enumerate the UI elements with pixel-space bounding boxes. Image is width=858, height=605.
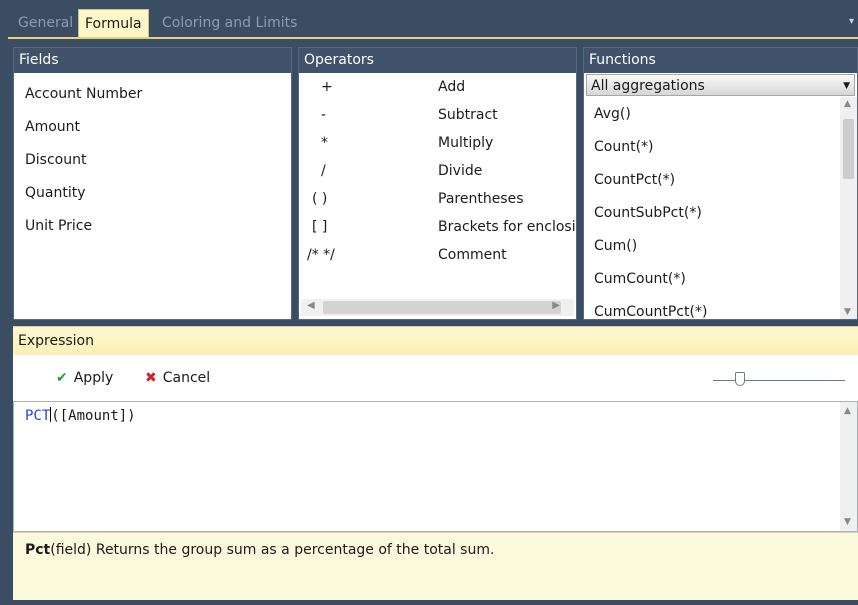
tab-overflow-icon[interactable]: ▾ bbox=[849, 16, 854, 27]
scroll-up-icon[interactable]: ▲ bbox=[844, 99, 851, 109]
zoom-slider[interactable] bbox=[713, 372, 845, 386]
function-help-panel: Pct(field) Returns the group sum as a pe… bbox=[13, 532, 858, 600]
function-item[interactable]: CumCountPct(*) bbox=[594, 299, 857, 319]
slider-thumb[interactable] bbox=[735, 372, 745, 386]
fields-title: Fields bbox=[14, 48, 291, 73]
scrollbar-thumb[interactable] bbox=[843, 119, 854, 179]
operator-symbol: / bbox=[321, 163, 326, 179]
fields-list: Account Number Amount Discount Quantity … bbox=[14, 73, 291, 248]
slider-track bbox=[713, 380, 845, 381]
scroll-down-icon[interactable]: ▼ bbox=[844, 307, 851, 317]
editor-vertical-scrollbar[interactable]: ▲ ▼ bbox=[840, 402, 857, 531]
operator-symbol: /* */ bbox=[307, 247, 335, 263]
field-item[interactable]: Discount bbox=[25, 149, 291, 182]
help-function-name: Pct bbox=[25, 542, 51, 558]
apply-label: Apply bbox=[73, 370, 114, 386]
operators-list: + Add - Subtract * Multiply / Divide ( )… bbox=[299, 73, 576, 319]
function-item[interactable]: CountSubPct(*) bbox=[594, 200, 857, 233]
functions-vertical-scrollbar[interactable]: ▲ ▼ bbox=[840, 97, 857, 319]
function-item[interactable]: CumCount(*) bbox=[594, 266, 857, 299]
field-item[interactable]: Amount bbox=[25, 116, 291, 149]
operator-label: Divide bbox=[438, 163, 483, 179]
expression-toolbar: ✔ Apply ✖ Cancel bbox=[13, 355, 858, 401]
operator-symbol: + bbox=[321, 79, 333, 95]
tab-bar: General Formula Coloring and Limits ▾ bbox=[0, 0, 858, 39]
operator-row[interactable]: /* */ Comment bbox=[299, 247, 576, 273]
scroll-left-icon[interactable]: ◀ bbox=[307, 300, 315, 311]
operator-row[interactable]: [ ] Brackets for enclosi bbox=[299, 219, 576, 245]
operator-row[interactable]: - Subtract bbox=[299, 107, 576, 133]
apply-button[interactable]: ✔ Apply bbox=[56, 367, 113, 389]
operator-label: Multiply bbox=[438, 135, 494, 151]
help-description: (field) Returns the group sum as a perce… bbox=[50, 542, 495, 558]
field-item[interactable]: Unit Price bbox=[25, 215, 291, 248]
close-icon: ✖ bbox=[145, 370, 157, 386]
field-item[interactable]: Quantity bbox=[25, 182, 291, 215]
fields-panel: Fields Account Number Amount Discount Qu… bbox=[13, 47, 292, 320]
operator-row[interactable]: ( ) Parentheses bbox=[299, 191, 576, 217]
operator-label: Brackets for enclosi bbox=[438, 219, 576, 235]
operators-panel: Operators + Add - Subtract * Multiply / … bbox=[298, 47, 577, 320]
expression-editor[interactable]: PCT([Amount]) ▲ ▼ bbox=[13, 401, 858, 532]
scroll-down-icon[interactable]: ▼ bbox=[844, 517, 851, 527]
code-arguments: ([Amount]) bbox=[51, 408, 136, 424]
cancel-label: Cancel bbox=[162, 370, 211, 386]
operator-symbol: * bbox=[321, 135, 328, 151]
function-item[interactable]: Count(*) bbox=[594, 134, 857, 167]
operators-horizontal-scrollbar[interactable]: ◀ ▶ bbox=[301, 299, 574, 316]
checkmark-icon: ✔ bbox=[56, 370, 68, 386]
scroll-right-icon[interactable]: ▶ bbox=[552, 300, 560, 311]
operator-symbol: ( ) bbox=[312, 191, 328, 207]
functions-filter-value: All aggregations bbox=[591, 78, 705, 94]
functions-title: Functions bbox=[584, 48, 857, 73]
operator-row[interactable]: * Multiply bbox=[299, 135, 576, 161]
operator-label: Parentheses bbox=[438, 191, 524, 207]
operator-row[interactable]: + Add bbox=[299, 79, 576, 105]
operators-title: Operators bbox=[299, 48, 576, 73]
tab-coloring-and-limits[interactable]: Coloring and Limits bbox=[156, 10, 303, 36]
functions-list: Avg() Count(*) CountPct(*) CountSubPct(*… bbox=[584, 97, 857, 319]
function-item[interactable]: Avg() bbox=[594, 101, 857, 134]
functions-filter-dropdown[interactable]: All aggregations ▼ bbox=[586, 74, 855, 96]
function-item[interactable]: Cum() bbox=[594, 233, 857, 266]
function-item[interactable]: CountPct(*) bbox=[594, 167, 857, 200]
operator-symbol: [ ] bbox=[312, 219, 328, 235]
code-function-keyword: PCT bbox=[25, 408, 51, 424]
tab-underline bbox=[8, 37, 858, 39]
scroll-up-icon[interactable]: ▲ bbox=[844, 406, 851, 416]
functions-panel: Functions All aggregations ▼ Avg() Count… bbox=[583, 47, 858, 320]
cancel-button[interactable]: ✖ Cancel bbox=[145, 367, 210, 389]
field-item[interactable]: Account Number bbox=[25, 83, 291, 116]
expression-title: Expression bbox=[13, 326, 858, 355]
operator-label: Comment bbox=[438, 247, 507, 263]
tab-general[interactable]: General bbox=[12, 10, 79, 36]
operator-symbol: - bbox=[321, 107, 327, 123]
scrollbar-thumb[interactable] bbox=[323, 301, 561, 314]
chevron-down-icon: ▼ bbox=[843, 81, 850, 91]
operator-label: Add bbox=[438, 79, 466, 95]
operator-label: Subtract bbox=[438, 107, 498, 123]
operator-row[interactable]: / Divide bbox=[299, 163, 576, 189]
tab-formula[interactable]: Formula bbox=[78, 9, 149, 38]
expression-code[interactable]: PCT([Amount]) bbox=[25, 407, 136, 424]
